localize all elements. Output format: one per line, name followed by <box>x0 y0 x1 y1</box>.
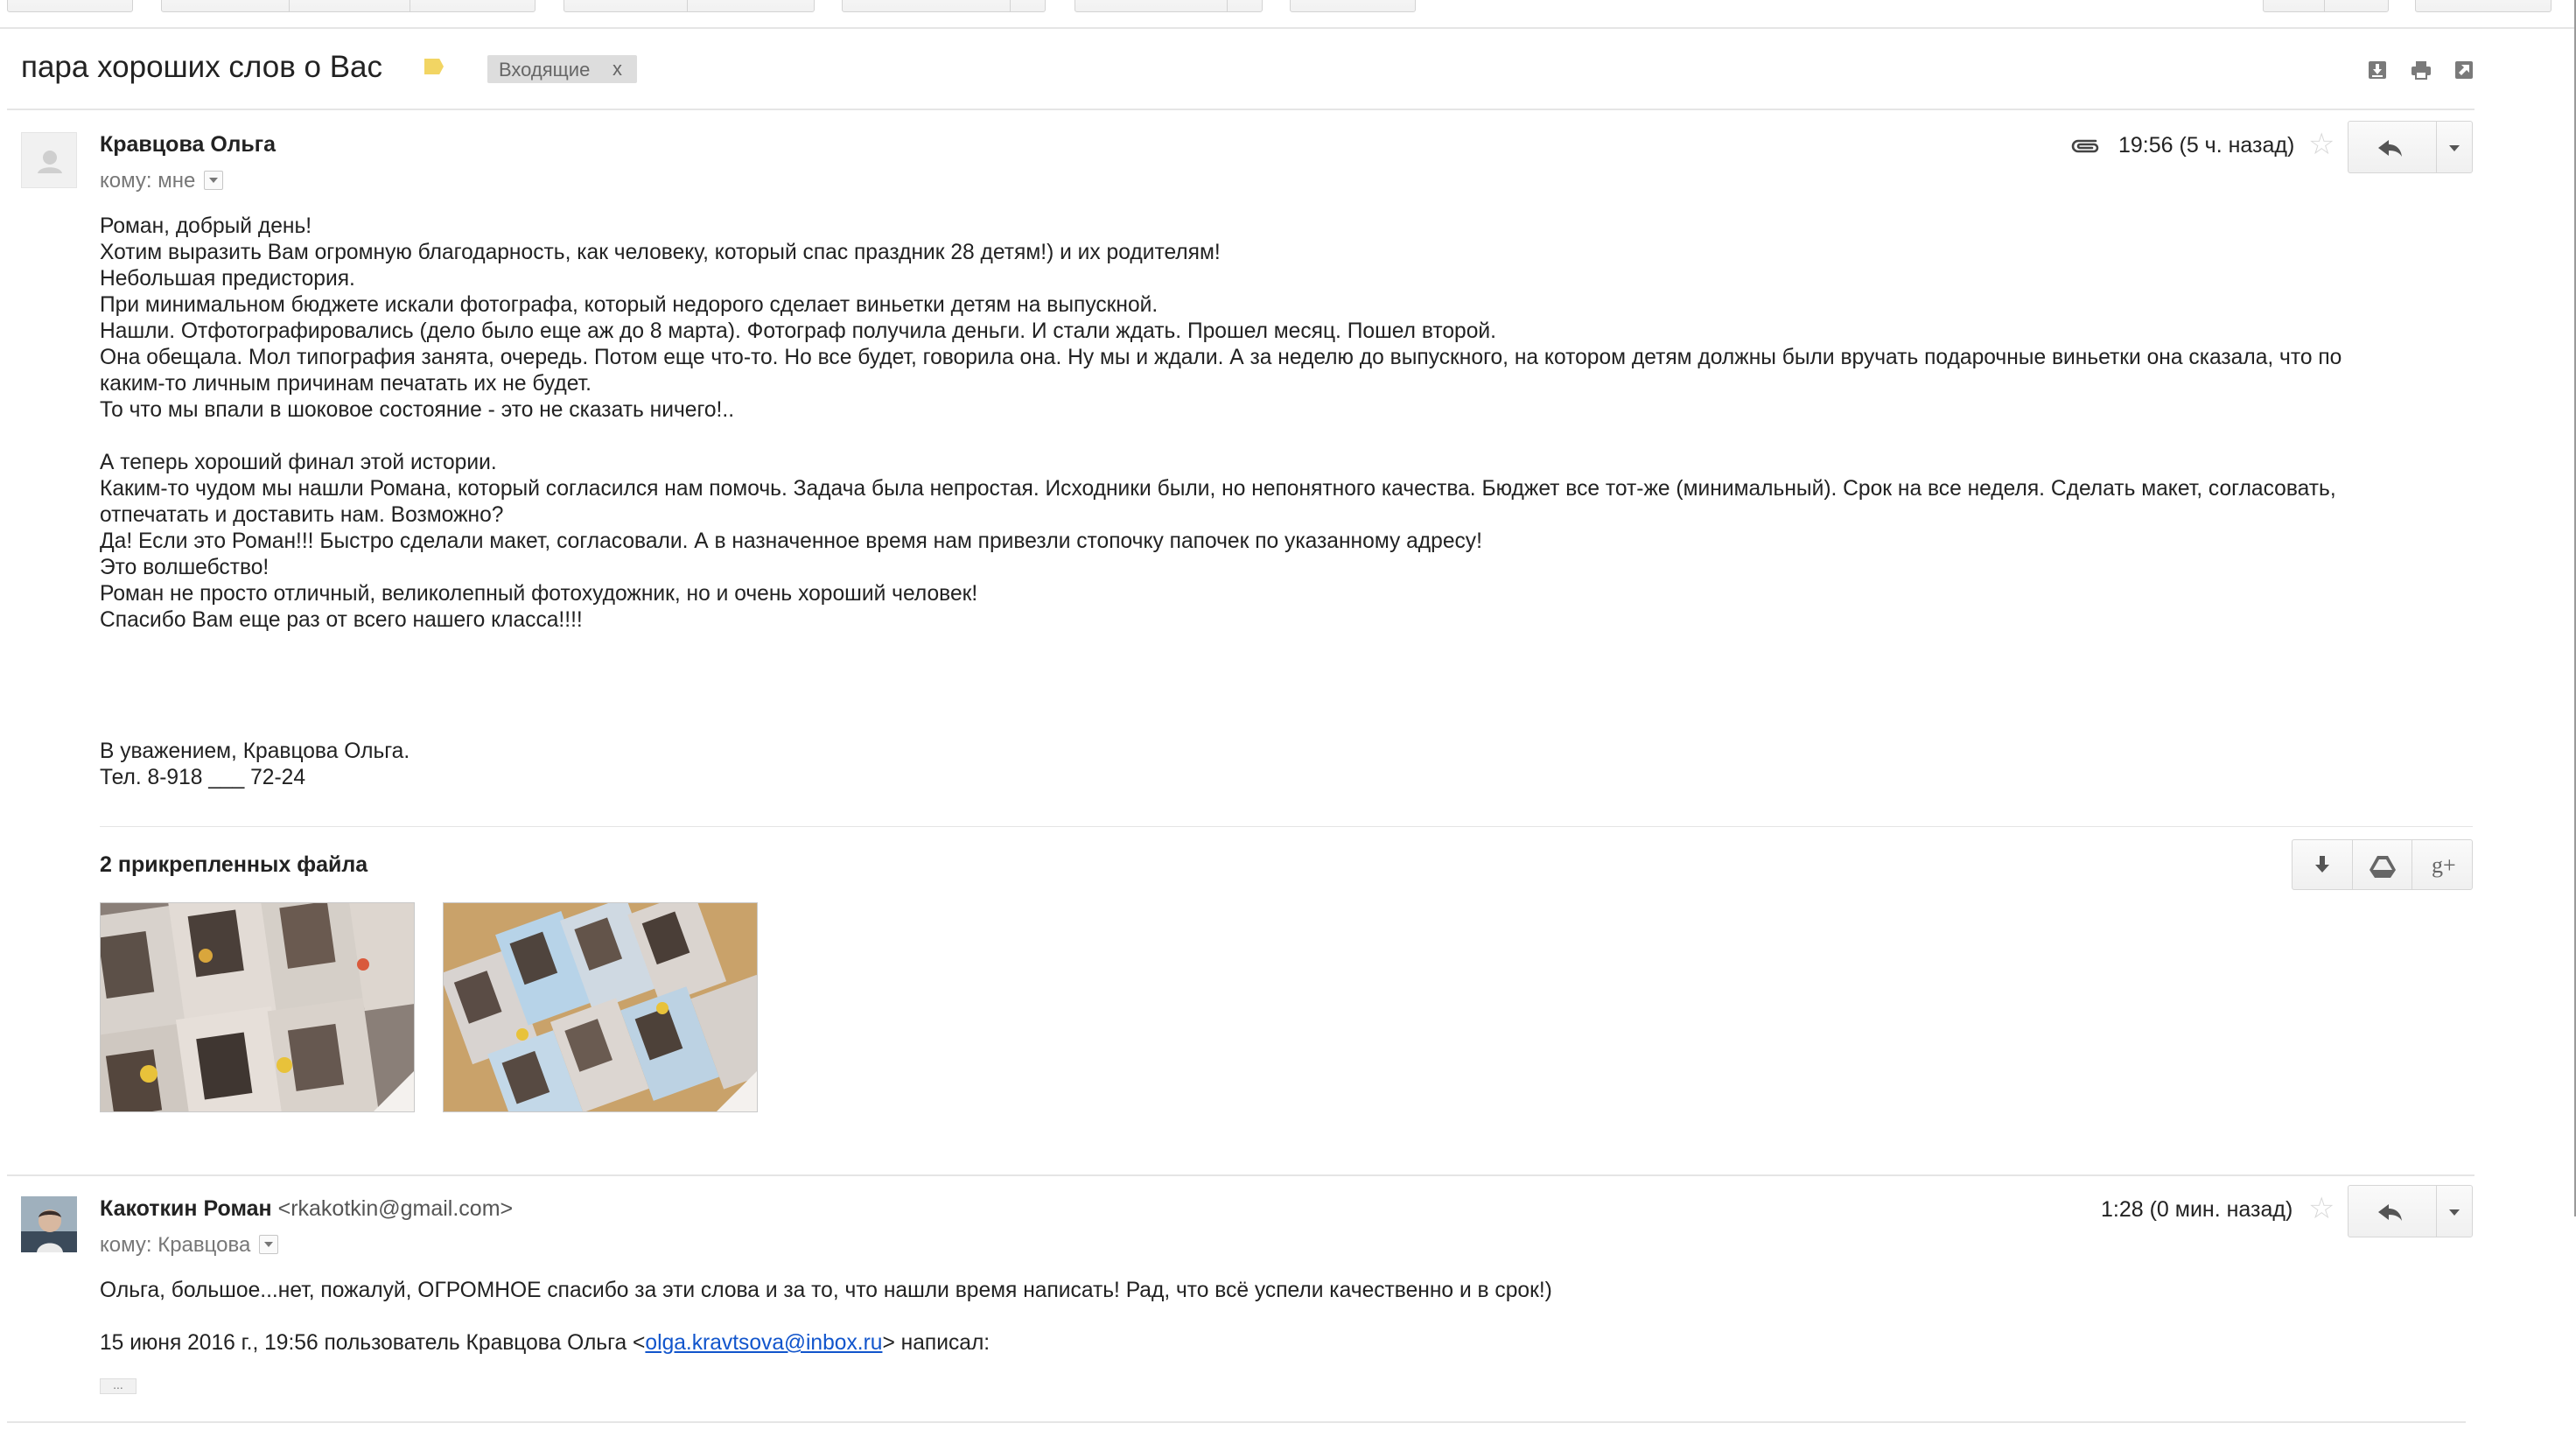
quote-line: 15 июня 2016 г., 19:56 пользователь Крав… <box>100 1330 990 1356</box>
sender-name[interactable]: Кравцова Ольга <box>100 132 276 158</box>
default-avatar-icon <box>38 151 62 173</box>
vignette-photos-image <box>101 903 414 1111</box>
recipient-line[interactable]: кому: Кравцова <box>100 1233 279 1258</box>
toolbar-divider <box>289 0 290 12</box>
body-line: Небольшая предистория. <box>100 267 355 291</box>
more-actions-button[interactable] <box>2437 1186 2472 1237</box>
sender-email: <rkakotkin@gmail.com> <box>277 1196 514 1221</box>
signature-line: В уважением, Кравцова Ольга. <box>100 740 410 763</box>
signature: В уважением, Кравцова Ольга. Тел. 8-918 … <box>100 739 410 791</box>
body-line: Роман не просто отличный, великолепный ф… <box>100 582 978 606</box>
download-attachments-button[interactable] <box>2292 840 2352 889</box>
reply-button[interactable] <box>2348 1186 2436 1237</box>
quote-suffix: > написал: <box>882 1331 990 1355</box>
body-line: Каким-то чудом мы нашли Романа, который … <box>100 477 2336 501</box>
toolbar-button-prev-next[interactable] <box>2263 0 2389 12</box>
attachments-toolbar: g+ <box>2292 839 2473 890</box>
toolbar-button-back[interactable] <box>7 0 133 12</box>
toolbar-button-archive[interactable] <box>161 0 536 12</box>
toolbar-button-settings[interactable] <box>2415 0 2552 12</box>
toolbar-button-labels[interactable] <box>842 0 1046 12</box>
thread-bottom-divider <box>7 1421 2466 1423</box>
quote-prefix: 15 июня 2016 г., 19:56 пользователь Крав… <box>100 1331 646 1355</box>
toolbar-divider <box>687 0 688 12</box>
google-plus-icon: g+ <box>2432 852 2456 878</box>
signature-line: Тел. 8-918 ___ 72-24 <box>100 766 306 789</box>
message-body: Роман, добрый день! Хотим выразить Вам о… <box>100 214 2342 634</box>
body-line: Ольга, большое...нет, пожалуй, ОГРОМНОЕ … <box>100 1279 1552 1302</box>
print-icon[interactable] <box>2411 60 2432 81</box>
sender-line[interactable]: Какоткин Роман <rkakotkin@gmail.com> <box>100 1196 513 1222</box>
details-dropdown-icon[interactable] <box>204 170 224 190</box>
photo-thumbnail-2[interactable] <box>443 902 758 1112</box>
user-photo-icon <box>21 1196 77 1252</box>
body-line: Роман, добрый день! <box>100 214 312 238</box>
svg-text:g+: g+ <box>2432 852 2456 878</box>
download-icon <box>2315 856 2329 873</box>
toolbar-bottom-border <box>0 27 2576 29</box>
body-line: При минимальном бюджете искали фотографа… <box>100 293 1158 317</box>
inbox-label-text[interactable]: Входящие <box>499 59 590 81</box>
message-time: 1:28 (0 мин. назад) <box>2101 1197 2293 1222</box>
sender-name: Какоткин Роман <box>100 1196 272 1221</box>
reply-button[interactable] <box>2348 122 2436 172</box>
reply-icon <box>2378 140 2402 157</box>
details-dropdown-icon[interactable] <box>259 1234 279 1254</box>
reply-icon <box>2378 1204 2402 1221</box>
more-actions-button[interactable] <box>2437 122 2472 172</box>
new-window-icon[interactable] <box>2454 60 2474 81</box>
body-line: Да! Если это Роман!!! Быстро сделали мак… <box>100 529 1482 553</box>
body-line: А теперь хороший финал этой истории. <box>100 451 497 474</box>
subject-divider <box>7 109 2474 110</box>
body-line: Нашли. Отфотографировались (дело было ещ… <box>100 319 1496 343</box>
toolbar-divider <box>2324 0 2325 12</box>
body-line: Спасибо Вам еще раз от всего нашего клас… <box>100 608 583 632</box>
quote-email-link[interactable]: olga.kravtsova@inbox.ru <box>645 1331 882 1355</box>
attachments-divider <box>100 826 2473 827</box>
recipient-line[interactable]: кому: мне <box>100 169 224 193</box>
body-line: отпечатать и доставить нам. Возможно? <box>100 503 504 527</box>
vignette-photos-spread-image <box>444 903 757 1111</box>
message-divider <box>7 1174 2474 1176</box>
reply-button-group <box>2348 121 2473 173</box>
recipient-text: кому: мне <box>100 169 196 193</box>
toolbar-button-extra[interactable] <box>1290 0 1416 12</box>
body-line: Она обещала. Мол типография занята, очер… <box>100 346 2342 369</box>
message-body: Ольга, большое...нет, пожалуй, ОГРОМНОЕ … <box>100 1278 1552 1304</box>
avatar <box>21 1196 77 1252</box>
body-line: Хотим выразить Вам огромную благодарност… <box>100 241 1221 264</box>
body-line: То что мы впали в шоковое состояние - эт… <box>100 398 735 422</box>
thread-subject: пара хороших слов о Вас <box>21 50 383 84</box>
inbox-label-badge: Входящие x <box>487 55 637 83</box>
message-time: 19:56 (5 ч. назад) <box>2118 133 2295 158</box>
attachments-title: 2 прикрепленных файла <box>100 852 368 877</box>
recipient-text: кому: Кравцова <box>100 1233 251 1257</box>
show-trimmed-content-button[interactable]: ... <box>100 1378 136 1394</box>
share-google-plus-button[interactable]: g+ <box>2412 840 2472 889</box>
reply-button-group <box>2348 1185 2473 1237</box>
toolbar-divider <box>1010 0 1011 12</box>
paperclip-icon <box>2071 139 2099 153</box>
toolbar-button-more[interactable] <box>1074 0 1263 12</box>
drive-icon <box>2370 856 2396 878</box>
body-line: каким-то личным причинам печатать их не … <box>100 372 592 396</box>
remove-label-button[interactable]: x <box>612 58 622 81</box>
save-to-drive-button[interactable] <box>2352 840 2412 889</box>
quote-header: 15 июня 2016 г., 19:56 пользователь Крав… <box>100 1330 990 1356</box>
avatar <box>21 132 77 188</box>
star-icon[interactable]: ☆ <box>2308 1194 2334 1223</box>
toolbar-button-move[interactable] <box>564 0 815 12</box>
importance-label-icon[interactable] <box>424 59 444 74</box>
download-all-icon[interactable] <box>2367 60 2388 81</box>
star-icon[interactable]: ☆ <box>2308 130 2334 159</box>
body-line: Это волшебство! <box>100 556 270 579</box>
chevron-down-icon <box>2449 1209 2460 1216</box>
photo-thumbnail-1[interactable] <box>100 902 415 1112</box>
chevron-down-icon <box>2449 145 2460 151</box>
toolbar-divider <box>1227 0 1228 12</box>
